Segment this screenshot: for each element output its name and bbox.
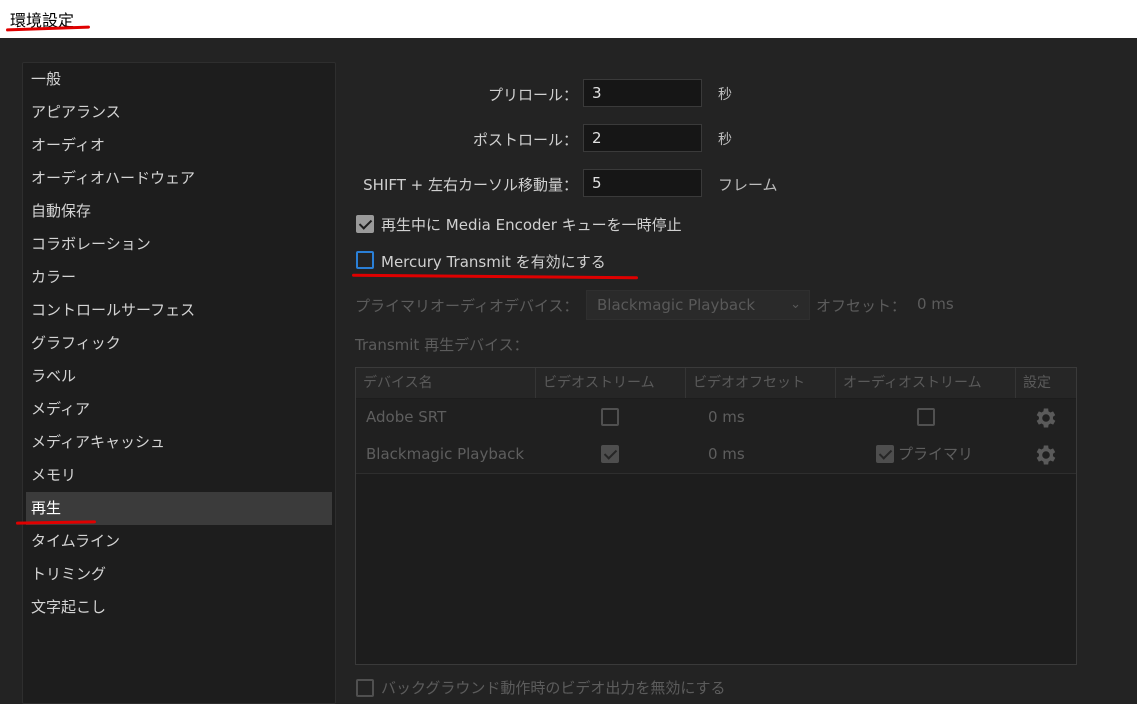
pause-media-encoder-label: 再生中に Media Encoder キューを一時停止 bbox=[381, 216, 682, 234]
column-header-device-name[interactable]: デバイス名 bbox=[356, 368, 536, 398]
device-name: Blackmagic Playback bbox=[366, 445, 525, 463]
window-titlebar: 環境設定 bbox=[0, 0, 1137, 38]
column-header-video-stream[interactable]: ビデオストリーム bbox=[536, 368, 686, 398]
video-offset-value: 0 ms bbox=[708, 445, 745, 463]
transmit-devices-label: Transmit 再生デバイス： bbox=[355, 336, 529, 354]
shift-move-input[interactable]: 5 bbox=[583, 169, 702, 197]
preroll-unit: 秒 bbox=[718, 87, 732, 103]
video-stream-checkbox[interactable] bbox=[601, 445, 619, 463]
sidebar-item-media-cache[interactable]: メディアキャッシュ bbox=[26, 426, 332, 459]
preroll-input[interactable]: 3 bbox=[583, 79, 702, 107]
audio-primary-label: プライマリ bbox=[898, 445, 974, 463]
sidebar-item-transcription[interactable]: 文字起こし bbox=[26, 591, 332, 624]
sidebar-item-auto-save[interactable]: 自動保存 bbox=[26, 195, 332, 228]
annotation-underline-mercury bbox=[351, 273, 639, 280]
gear-icon[interactable] bbox=[1033, 405, 1059, 431]
offset-value: 0 ms bbox=[917, 295, 954, 313]
table-row[interactable]: Blackmagic Playback 0 ms プライマリ bbox=[356, 436, 1076, 474]
sidebar-item-color[interactable]: カラー bbox=[26, 261, 332, 294]
column-header-video-offset[interactable]: ビデオオフセット bbox=[686, 368, 836, 398]
sidebar-item-trimming[interactable]: トリミング bbox=[26, 558, 332, 591]
primary-audio-device-select[interactable]: Blackmagic Playback ⌄ bbox=[586, 290, 810, 320]
sidebar-item-audio[interactable]: オーディオ bbox=[26, 129, 332, 162]
sidebar-item-memory[interactable]: メモリ bbox=[26, 459, 332, 492]
video-stream-checkbox[interactable] bbox=[601, 408, 619, 426]
shift-move-label: SHIFT + 左右カーソル移動量： bbox=[363, 176, 578, 194]
sidebar-item-appearance[interactable]: アピアランス bbox=[26, 96, 332, 129]
offset-label: オフセット： bbox=[816, 297, 907, 315]
table-header: デバイス名 ビデオストリーム ビデオオフセット オーディオストリーム 設定 bbox=[356, 368, 1076, 398]
mercury-transmit-checkbox[interactable] bbox=[356, 251, 374, 269]
sidebar-item-media[interactable]: メディア bbox=[26, 393, 332, 426]
sidebar-item-timeline[interactable]: タイムライン bbox=[26, 525, 332, 558]
sidebar-item-general[interactable]: 一般 bbox=[26, 63, 332, 96]
disable-background-output-checkbox[interactable] bbox=[356, 679, 374, 697]
table-row[interactable]: Adobe SRT 0 ms bbox=[356, 399, 1076, 437]
postroll-input[interactable]: 2 bbox=[583, 124, 702, 152]
chevron-down-icon: ⌄ bbox=[790, 297, 801, 312]
postroll-unit: 秒 bbox=[718, 132, 732, 148]
preroll-label: プリロール： bbox=[487, 86, 578, 104]
audio-stream-checkbox[interactable] bbox=[876, 445, 894, 463]
audio-stream-checkbox[interactable] bbox=[917, 408, 935, 426]
primary-audio-device-value: Blackmagic Playback bbox=[597, 296, 756, 314]
sidebar-item-audio-hardware[interactable]: オーディオハードウェア bbox=[26, 162, 332, 195]
postroll-label: ポストロール： bbox=[472, 131, 578, 149]
preferences-sidebar: 一般 アピアランス オーディオ オーディオハードウェア 自動保存 コラボレーショ… bbox=[22, 62, 336, 704]
shift-move-unit: フレーム bbox=[718, 176, 778, 194]
column-header-audio-stream[interactable]: オーディオストリーム bbox=[836, 368, 1016, 398]
sidebar-item-labels[interactable]: ラベル bbox=[26, 360, 332, 393]
device-name: Adobe SRT bbox=[366, 408, 447, 426]
sidebar-item-graphics[interactable]: グラフィック bbox=[26, 327, 332, 360]
mercury-transmit-label: Mercury Transmit を有効にする bbox=[381, 253, 606, 271]
gear-icon[interactable] bbox=[1033, 442, 1059, 468]
pause-media-encoder-checkbox[interactable] bbox=[356, 215, 374, 233]
sidebar-item-control-surface[interactable]: コントロールサーフェス bbox=[26, 294, 332, 327]
transmit-devices-table: デバイス名 ビデオストリーム ビデオオフセット オーディオストリーム 設定 Ad… bbox=[355, 367, 1077, 665]
primary-audio-device-label: プライマリオーディオデバイス： bbox=[355, 297, 579, 315]
sidebar-item-collaboration[interactable]: コラボレーション bbox=[26, 228, 332, 261]
column-header-settings[interactable]: 設定 bbox=[1016, 368, 1076, 398]
video-offset-value: 0 ms bbox=[708, 408, 745, 426]
